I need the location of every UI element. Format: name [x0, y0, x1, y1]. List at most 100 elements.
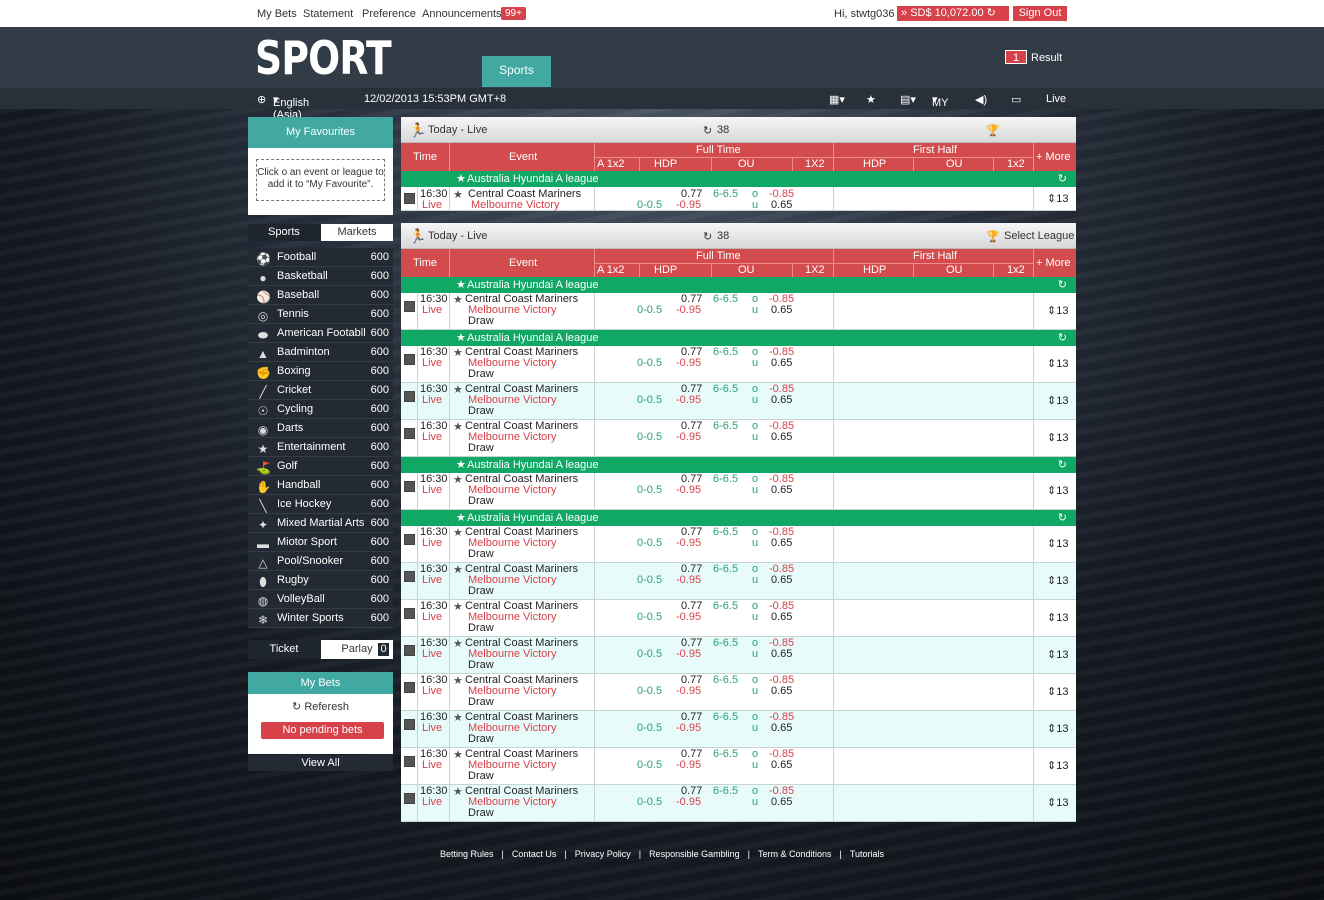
live-link[interactable]: Live — [1046, 93, 1066, 105]
more-bets-button[interactable]: ⇕13 — [1047, 194, 1068, 205]
under-odds[interactable]: 0.65 — [771, 649, 792, 660]
refresh-icon[interactable]: ↻ — [1058, 277, 1067, 293]
sport-item-golf[interactable]: ⛳ Golf 600 — [248, 457, 393, 476]
refresh-icon[interactable]: ↻ — [1058, 171, 1067, 187]
favourite-star-icon[interactable]: ★ — [453, 475, 463, 486]
under-odds[interactable]: 0.65 — [771, 358, 792, 369]
sport-item-boxing[interactable]: ✊ Boxing 600 — [248, 362, 393, 381]
sport-item-miotor-sport[interactable]: ▬ Miotor Sport 600 — [248, 533, 393, 552]
more-bets-button[interactable]: ⇕13 — [1047, 761, 1068, 772]
sport-item-tennis[interactable]: ◎ Tennis 600 — [248, 305, 393, 324]
under-odds[interactable]: 0.65 — [771, 723, 792, 734]
stats-icon[interactable] — [404, 193, 415, 204]
more-bets-button[interactable]: ⇕13 — [1047, 306, 1068, 317]
sign-out-button[interactable]: Sign Out — [1013, 6, 1067, 21]
draw-label[interactable]: Draw — [468, 623, 494, 634]
sound-icon[interactable]: ◀) — [975, 93, 987, 106]
more-bets-button[interactable]: ⇕13 — [1047, 724, 1068, 735]
favourite-star-icon[interactable]: ★ — [453, 422, 463, 433]
hdp-away-odds[interactable]: -0.95 — [676, 395, 701, 406]
draw-label[interactable]: Draw — [468, 586, 494, 597]
stats-icon[interactable] — [404, 354, 415, 365]
draw-label[interactable]: Draw — [468, 406, 494, 417]
favourite-star-icon[interactable]: ★ — [453, 750, 463, 761]
under-odds[interactable]: 0.65 — [771, 612, 792, 623]
sport-item-handball[interactable]: ✋ Handball 600 — [248, 476, 393, 495]
hdp-away-odds[interactable]: -0.95 — [676, 686, 701, 697]
more-bets-button[interactable]: ⇕13 — [1047, 539, 1068, 550]
select-league-link[interactable]: Select League — [1004, 230, 1074, 242]
tab-sports-list[interactable]: Sports — [248, 224, 320, 241]
league-header[interactable]: ★ Australia Hyundai A league ↻ — [401, 457, 1076, 473]
footer-link[interactable]: Contact Us — [512, 849, 557, 859]
more-bets-button[interactable]: ⇕13 — [1047, 359, 1068, 370]
more-bets-button[interactable]: ⇕13 — [1047, 396, 1068, 407]
favourite-star-icon[interactable]: ★ — [453, 348, 463, 359]
stats-icon[interactable] — [404, 481, 415, 492]
under-odds[interactable]: 0.65 — [771, 485, 792, 496]
hdp-away-odds[interactable]: -0.95 — [676, 575, 701, 586]
more-bets-button[interactable]: ⇕13 — [1047, 576, 1068, 587]
refresh-icon[interactable]: ↻ — [1058, 457, 1067, 473]
sport-item-badminton[interactable]: ▲ Badminton 600 — [248, 343, 393, 362]
stats-icon[interactable] — [404, 428, 415, 439]
balance-button[interactable]: » SD$ 10,072.00 ↻ — [897, 6, 1009, 21]
sport-item-pool-snooker[interactable]: △ Pool/Snooker 600 — [248, 552, 393, 571]
statement-link[interactable]: Statement — [303, 8, 353, 20]
star-icon[interactable]: ★ — [456, 510, 466, 526]
star-icon[interactable]: ★ — [456, 277, 466, 293]
favourite-star-icon[interactable]: ★ — [453, 639, 463, 650]
screen-icon[interactable]: ▭ — [1011, 93, 1021, 106]
more-link[interactable]: + More — [1036, 151, 1071, 163]
hdp-away-odds[interactable]: -0.95 — [676, 432, 701, 443]
stats-icon[interactable] — [404, 793, 415, 804]
footer-link[interactable]: Responsible Gambling — [649, 849, 740, 859]
favourite-star-icon[interactable]: ★ — [453, 676, 463, 687]
away-team[interactable]: Melbourne Victory — [471, 200, 559, 211]
under-odds[interactable]: 0.65 — [771, 538, 792, 549]
under-odds[interactable]: 0.65 — [771, 760, 792, 771]
announcements-link[interactable]: Announcements — [422, 8, 502, 20]
view-all-button[interactable]: View All — [248, 755, 393, 771]
under-odds[interactable]: 0.65 — [771, 575, 792, 586]
sport-item-darts[interactable]: ◉ Darts 600 — [248, 419, 393, 438]
draw-label[interactable]: Draw — [468, 316, 494, 327]
draw-label[interactable]: Draw — [468, 549, 494, 560]
favourite-star-icon[interactable]: ★ — [453, 602, 463, 613]
language-select[interactable]: English (Asia) ▾ — [273, 93, 309, 121]
more-bets-button[interactable]: ⇕13 — [1047, 486, 1068, 497]
sport-item-cycling[interactable]: ☉ Cycling 600 — [248, 400, 393, 419]
favourite-star-icon[interactable]: ★ — [453, 528, 463, 539]
draw-label[interactable]: Draw — [468, 808, 494, 819]
hdp-away-odds[interactable]: -0.95 — [676, 538, 701, 549]
tab-sports[interactable]: Sports — [482, 56, 551, 87]
favourite-star-icon[interactable]: ★ — [453, 190, 463, 201]
refresh-icon[interactable]: ↻ — [703, 230, 712, 243]
stats-icon[interactable] — [404, 645, 415, 656]
stats-icon[interactable] — [404, 682, 415, 693]
refresh-button[interactable]: ↻ Referesh — [248, 700, 393, 713]
stats-icon[interactable] — [404, 571, 415, 582]
hdp-away-odds[interactable]: -0.95 — [676, 485, 701, 496]
hdp-away-odds[interactable]: -0.95 — [676, 760, 701, 771]
sport-item-ice-hockey[interactable]: ╲ Ice Hockey 600 — [248, 495, 393, 514]
hdp-away-odds[interactable]: -0.95 — [676, 649, 701, 660]
footer-link[interactable]: Betting Rules — [440, 849, 494, 859]
tab-markets[interactable]: Markets — [321, 224, 393, 241]
stats-icon[interactable] — [404, 756, 415, 767]
sport-item-basketball[interactable]: ● Basketball 600 — [248, 267, 393, 286]
refresh-icon[interactable]: ↻ — [987, 7, 996, 19]
refresh-icon[interactable]: ↻ — [703, 124, 712, 137]
under-odds[interactable]: 0.65 — [771, 395, 792, 406]
draw-label[interactable]: Draw — [468, 697, 494, 708]
stats-icon[interactable] — [404, 301, 415, 312]
more-bets-button[interactable]: ⇕13 — [1047, 650, 1068, 661]
more-bets-button[interactable]: ⇕13 — [1047, 798, 1068, 809]
draw-label[interactable]: Draw — [468, 369, 494, 380]
draw-label[interactable]: Draw — [468, 660, 494, 671]
refresh-icon[interactable]: ↻ — [1058, 330, 1067, 346]
star-icon[interactable]: ★ — [456, 171, 466, 187]
footer-link[interactable]: Term & Conditions — [758, 849, 832, 859]
sport-item-winter-sports[interactable]: ❄ Winter Sports 600 — [248, 609, 393, 628]
trophy-icon[interactable]: 🏆 — [986, 124, 1000, 137]
